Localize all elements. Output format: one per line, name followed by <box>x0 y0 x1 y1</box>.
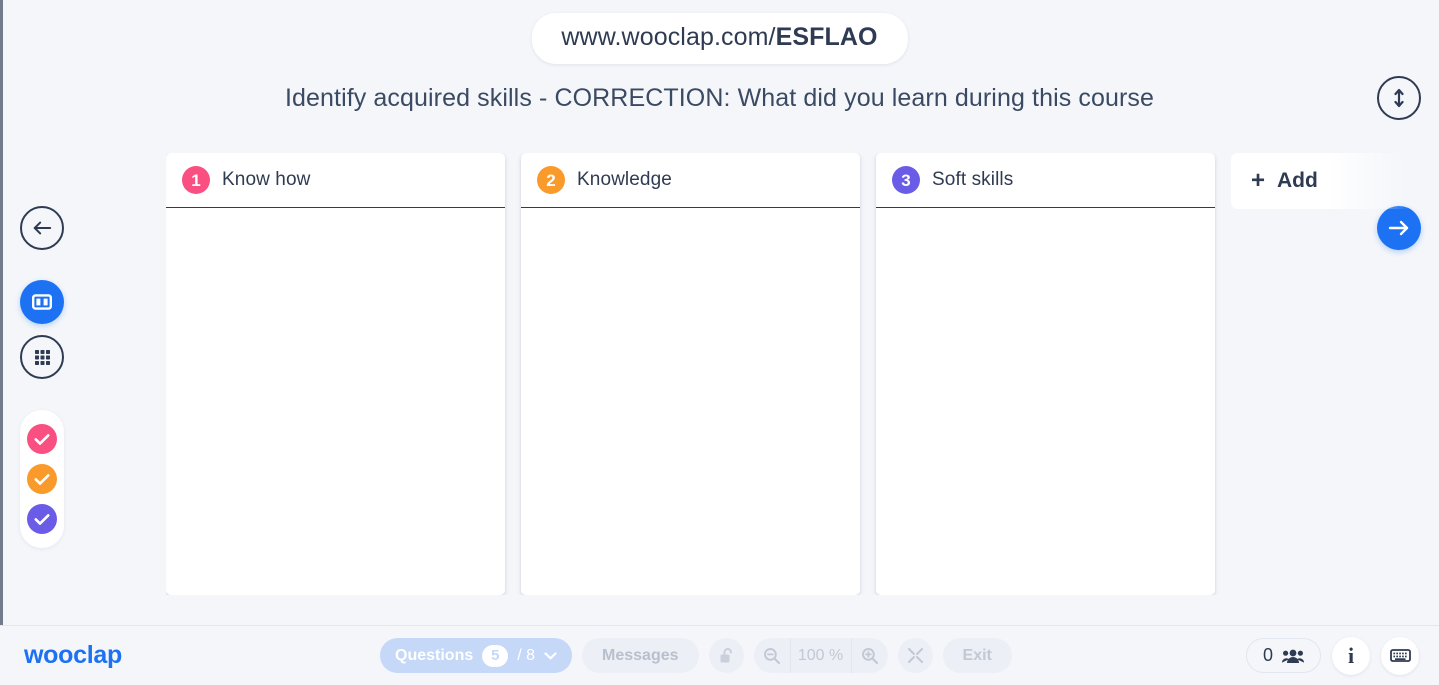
zoom-in-button[interactable] <box>852 638 888 673</box>
board-column[interactable]: 2 Knowledge <box>521 153 860 595</box>
column-body[interactable] <box>166 208 505 595</box>
check-icon <box>34 473 50 485</box>
column-number-badge: 3 <box>892 166 920 194</box>
toolbar-right-group: 0 i <box>1245 636 1419 675</box>
column-number-badge: 1 <box>182 166 210 194</box>
zoom-in-icon <box>861 647 878 664</box>
arrow-left-icon <box>33 221 52 235</box>
filter-chip-soft-skills[interactable] <box>27 504 57 534</box>
filter-chip-know-how[interactable] <box>27 424 57 454</box>
check-icon <box>34 433 50 445</box>
toolbar-center-group: Questions 5 / 8 Messages 100 % Exit <box>380 638 1012 673</box>
questions-selector[interactable]: Questions 5 / 8 <box>380 638 573 673</box>
add-column-label: Add <box>1277 169 1318 192</box>
zoom-level-value: 100 % <box>789 638 852 673</box>
chevron-down-icon <box>544 651 557 659</box>
keyboard-shortcuts-button[interactable] <box>1381 636 1419 675</box>
people-icon <box>1282 649 1304 663</box>
plus-icon: + <box>1251 167 1266 194</box>
fullscreen-icon <box>907 648 923 663</box>
sidebar-item-grid-view[interactable] <box>20 335 64 379</box>
left-sidebar <box>20 206 64 548</box>
add-column-button[interactable]: + Add <box>1231 153 1411 209</box>
check-icon <box>34 513 50 525</box>
unlock-icon <box>720 648 732 663</box>
column-body[interactable] <box>521 208 860 595</box>
session-url-code: ESFLAO <box>775 23 878 51</box>
resize-panel-button[interactable] <box>1377 76 1421 120</box>
messages-label: Messages <box>602 646 679 664</box>
column-header: 2 Knowledge <box>521 153 860 208</box>
filter-chip-knowledge[interactable] <box>27 464 57 494</box>
exit-label: Exit <box>962 646 992 664</box>
fullscreen-button[interactable] <box>897 638 933 673</box>
info-icon: i <box>1347 642 1355 668</box>
columns-view-icon <box>32 294 52 310</box>
column-header: 1 Know how <box>166 153 505 208</box>
participants-count: 0 <box>1262 645 1273 665</box>
column-title: Soft skills <box>932 169 1014 190</box>
brainstorm-board: 1 Know how 2 Knowledge 3 Soft skills + A… <box>166 153 1439 595</box>
vertical-double-arrow-icon <box>1394 88 1404 108</box>
questions-label: Questions <box>395 646 474 664</box>
column-title: Know how <box>222 169 311 190</box>
question-title: Identify acquired skills - CORRECTION: W… <box>284 84 1155 112</box>
bottom-toolbar: wooclap Questions 5 / 8 Messages 100 % E… <box>0 625 1439 685</box>
zoom-controls: 100 % <box>753 638 888 673</box>
zoom-out-icon <box>763 647 780 664</box>
color-filter-stack <box>20 410 64 548</box>
participants-counter[interactable]: 0 <box>1245 638 1321 673</box>
column-number-badge: 2 <box>537 166 565 194</box>
board-column[interactable]: 3 Soft skills <box>876 153 1215 595</box>
window-edge <box>0 0 3 625</box>
wooclap-logo: wooclap <box>24 641 122 669</box>
questions-total: / 8 <box>517 646 536 664</box>
column-title: Knowledge <box>577 169 672 190</box>
keyboard-icon <box>1389 649 1411 662</box>
zoom-out-button[interactable] <box>754 638 790 673</box>
column-header: 3 Soft skills <box>876 153 1215 208</box>
questions-current: 5 <box>482 644 509 667</box>
session-url-prefix: www.wooclap.com/ <box>561 23 776 51</box>
grid-view-icon <box>34 349 50 365</box>
sidebar-item-board-view[interactable] <box>20 280 64 324</box>
session-url-pill: www.wooclap.com/ESFLAO <box>531 13 908 64</box>
column-body[interactable] <box>876 208 1215 595</box>
sidebar-item-back[interactable] <box>20 206 64 250</box>
lock-toggle-button[interactable] <box>708 638 744 673</box>
info-button[interactable]: i <box>1332 636 1370 675</box>
messages-button[interactable]: Messages <box>582 638 699 673</box>
exit-button[interactable]: Exit <box>942 638 1012 673</box>
board-column[interactable]: 1 Know how <box>166 153 505 595</box>
